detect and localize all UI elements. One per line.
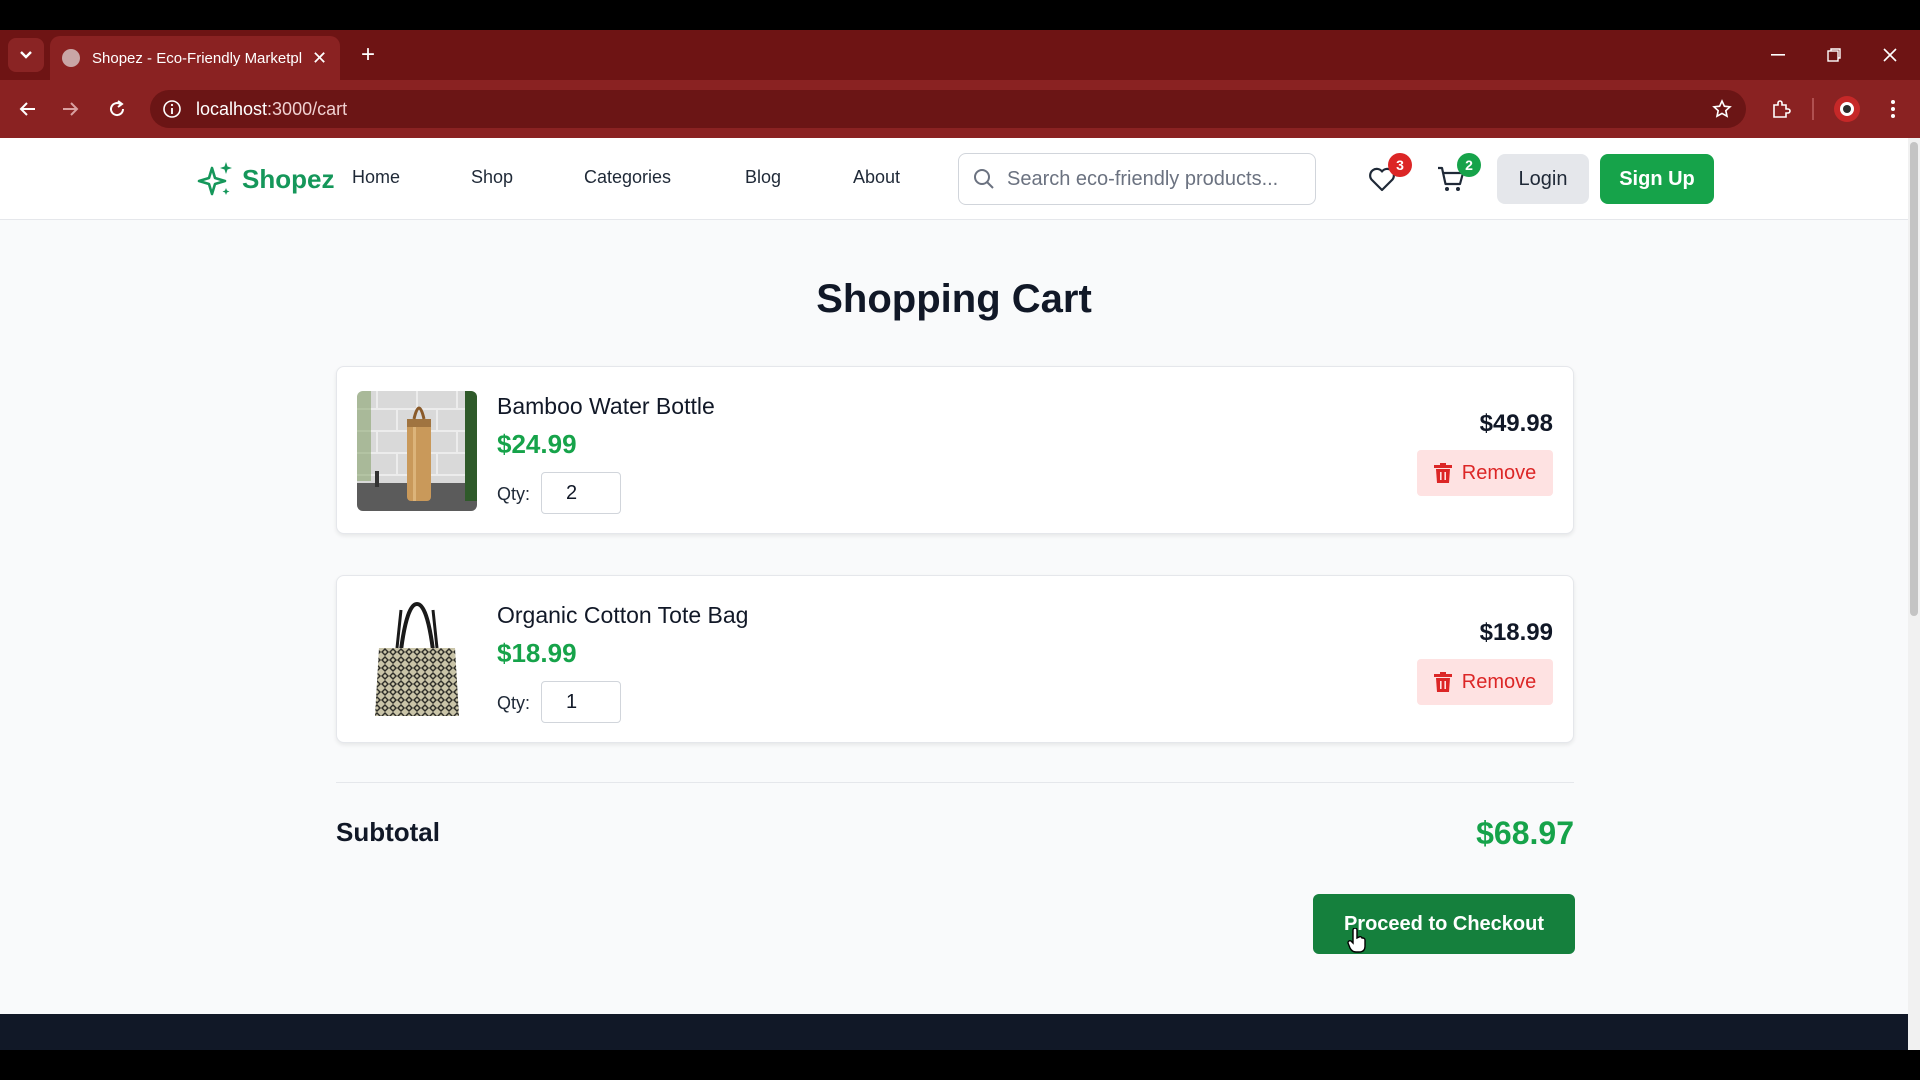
star-icon[interactable]	[1712, 99, 1732, 119]
brand-logo[interactable]: Shopez	[196, 160, 334, 198]
page-viewport: Shopez Home Shop Categories Blog About 3…	[0, 138, 1908, 1050]
nav-home[interactable]: Home	[352, 167, 400, 188]
nav-blog[interactable]: Blog	[745, 167, 781, 188]
qty-label: Qty:	[497, 693, 531, 713]
back-icon[interactable]	[10, 92, 44, 126]
tab-search-button[interactable]	[8, 38, 44, 72]
screen-bottom-bar	[0, 1050, 1920, 1080]
more-icon[interactable]	[1876, 92, 1910, 126]
search-input[interactable]	[1007, 167, 1307, 191]
minimize-icon[interactable]	[1750, 30, 1806, 80]
page-scrollbar[interactable]	[1908, 138, 1920, 1050]
cart-button[interactable]: 2	[1433, 153, 1481, 197]
browser-tab-bar: Shopez - Eco-Friendly Marketplace ✕ +	[0, 30, 1920, 80]
browser-toolbar: localhost:3000/cart	[0, 80, 1920, 138]
remove-button[interactable]: Remove	[1417, 450, 1553, 496]
login-button[interactable]: Login	[1497, 154, 1589, 204]
address-bar[interactable]: localhost:3000/cart	[150, 90, 1746, 128]
remove-label: Remove	[1461, 461, 1537, 484]
subtotal-value: $68.97	[1476, 815, 1574, 851]
profile-icon[interactable]	[1830, 92, 1864, 126]
product-image-cotton-tote[interactable]	[357, 600, 477, 720]
globe-icon	[62, 49, 80, 67]
url-path: :3000/cart	[267, 98, 348, 119]
browser-tab[interactable]: Shopez - Eco-Friendly Marketplace ✕	[50, 36, 340, 80]
cart-item: Organic Cotton Tote Bag $18.99 Qty: $18.…	[336, 575, 1574, 743]
search-box	[958, 153, 1316, 205]
restore-icon[interactable]	[1806, 30, 1862, 80]
cart-item: Bamboo Water Bottle $24.99 Qty: $49.98 R…	[336, 366, 1574, 534]
close-icon[interactable]: ✕	[312, 48, 327, 69]
sparkle-logo-icon	[197, 162, 232, 196]
extensions-icon[interactable]	[1764, 92, 1798, 126]
qty-label: Qty:	[497, 484, 531, 504]
tab-title: Shopez - Eco-Friendly Marketplace	[92, 49, 302, 67]
trash-icon	[1433, 463, 1452, 483]
brand-name: Shopez	[242, 163, 335, 194]
close-window-icon[interactable]	[1862, 30, 1918, 80]
scrollbar-thumb[interactable]	[1910, 142, 1918, 616]
plus-icon[interactable]: +	[352, 38, 384, 72]
trash-icon	[1433, 672, 1452, 692]
search-icon	[974, 169, 994, 189]
product-name[interactable]: Organic Cotton Tote Bag	[497, 602, 748, 629]
remove-label: Remove	[1461, 670, 1537, 693]
wishlist-count-badge: 3	[1388, 153, 1412, 177]
subtotal-label: Subtotal	[336, 817, 440, 847]
nav-shop[interactable]: Shop	[471, 167, 513, 188]
product-price: $18.99	[497, 638, 577, 668]
site-footer	[0, 1014, 1908, 1050]
reload-icon[interactable]	[100, 92, 134, 126]
hand-cursor-icon	[1347, 928, 1366, 953]
forward-icon[interactable]	[54, 92, 88, 126]
quantity-input[interactable]	[541, 681, 621, 723]
divider	[336, 782, 1574, 783]
toolbar-divider	[1812, 98, 1814, 120]
url-host: localhost	[196, 98, 268, 119]
wishlist-button[interactable]: 3	[1364, 153, 1412, 197]
page-title: Shopping Cart	[816, 277, 1092, 321]
product-image-bamboo-bottle[interactable]	[357, 391, 477, 511]
chevron-down-icon	[20, 51, 32, 59]
line-total: $18.99	[1479, 619, 1553, 646]
cart-count-badge: 2	[1457, 153, 1481, 177]
site-info-icon[interactable]	[162, 99, 182, 119]
product-name[interactable]: Bamboo Water Bottle	[497, 393, 715, 420]
remove-button[interactable]: Remove	[1417, 659, 1553, 705]
signup-button[interactable]: Sign Up	[1600, 154, 1714, 204]
product-price: $24.99	[497, 429, 577, 459]
site-header: Shopez Home Shop Categories Blog About 3…	[0, 138, 1908, 220]
nav-about[interactable]: About	[853, 167, 900, 188]
url-text: localhost:3000/cart	[196, 99, 347, 120]
nav-categories[interactable]: Categories	[584, 167, 671, 188]
quantity-input[interactable]	[541, 472, 621, 514]
line-total: $49.98	[1479, 410, 1553, 437]
screen-top-bar	[0, 0, 1920, 30]
